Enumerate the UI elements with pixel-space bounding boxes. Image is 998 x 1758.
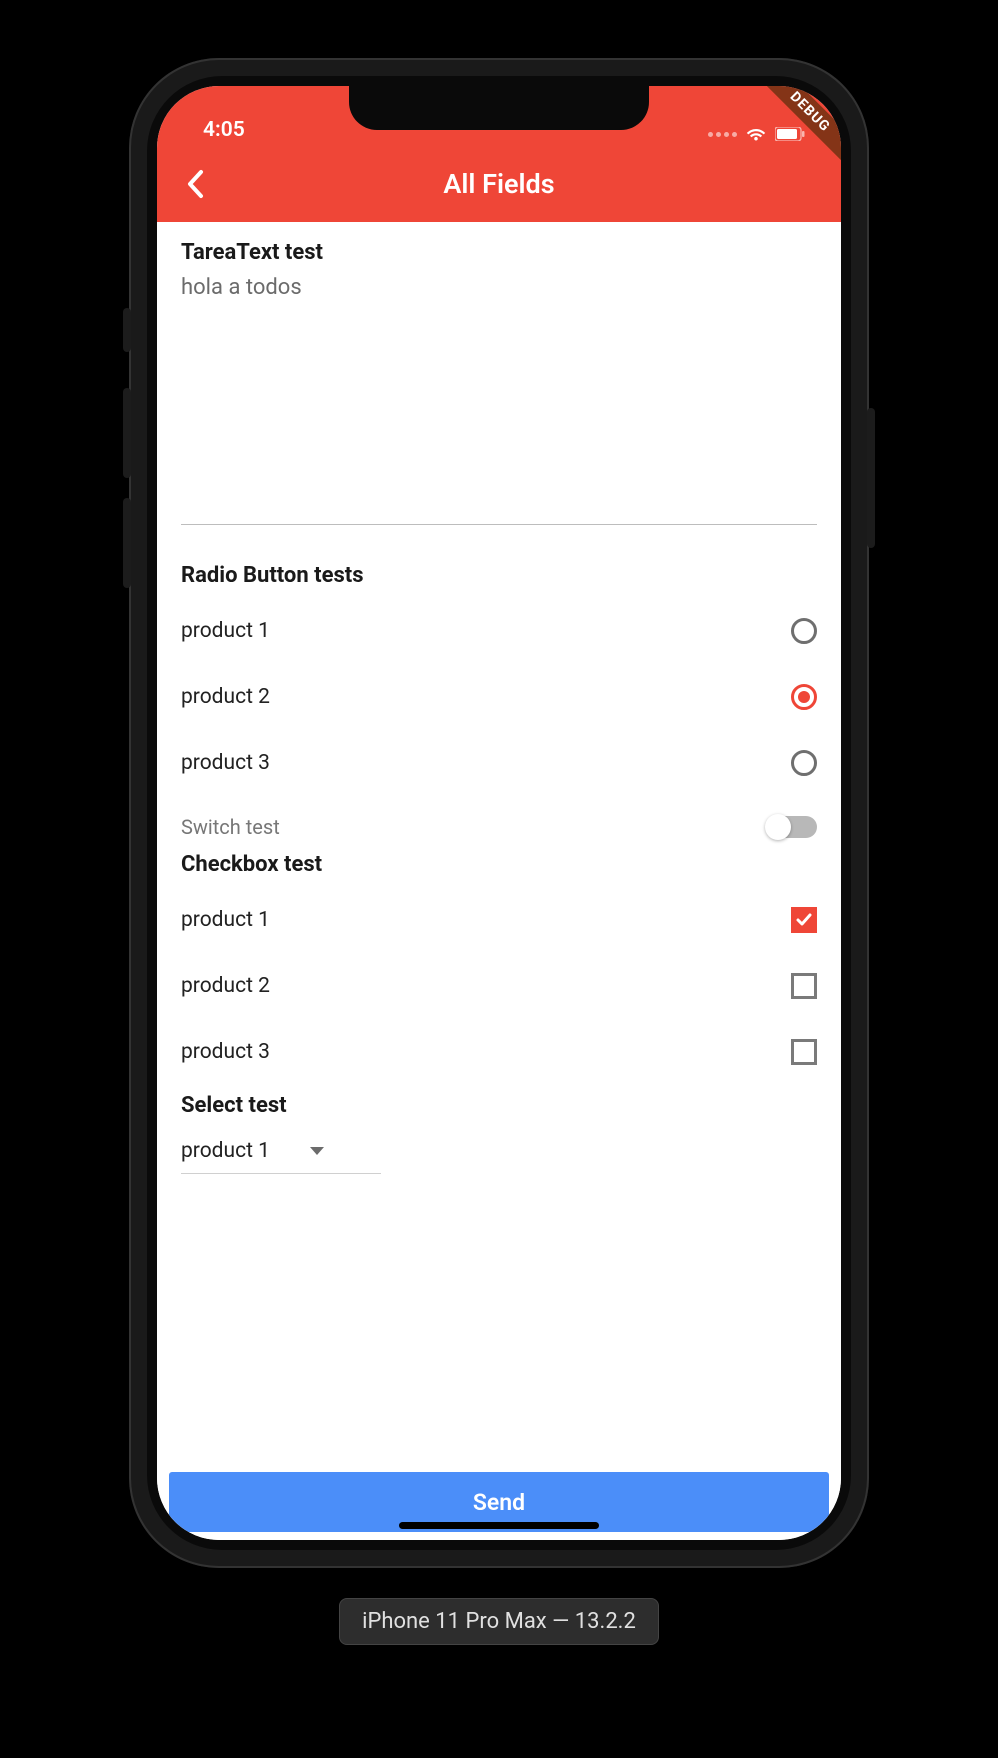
checkbox-option-label: product 2 [181, 974, 270, 998]
radio-icon [791, 618, 817, 644]
checkbox-group-label: Checkbox test [181, 852, 817, 877]
notch [349, 86, 649, 130]
chevron-down-icon [310, 1147, 324, 1155]
radio-option-1[interactable]: product 1 [181, 598, 817, 664]
select-label: Select test [181, 1093, 817, 1118]
signal-dots-icon [708, 132, 737, 137]
textarea-field[interactable]: hola a todos [181, 275, 817, 525]
checkbox-icon [791, 973, 817, 999]
side-button-mute [123, 308, 131, 352]
simulator-label: iPhone 11 Pro Max — 13.2.2 [339, 1598, 659, 1645]
switch-toggle [767, 816, 817, 838]
content-area: TareaText test hola a todos Radio Button… [157, 222, 841, 1540]
radio-icon [791, 684, 817, 710]
app-bar: All Fields [157, 146, 841, 222]
checkbox-option-label: product 3 [181, 1040, 270, 1064]
device-frame: DEBUG 4:05 [129, 58, 869, 1568]
page-title: All Fields [157, 168, 841, 200]
side-button-vol-up [123, 388, 131, 478]
checkbox-icon [791, 1039, 817, 1065]
textarea-label: TareaText test [181, 240, 817, 265]
radio-group-label: Radio Button tests [181, 563, 817, 588]
checkbox-icon [791, 907, 817, 933]
select-dropdown[interactable]: product 1 [181, 1128, 381, 1174]
radio-option-label: product 2 [181, 685, 270, 709]
status-time: 4:05 [203, 118, 245, 142]
wifi-icon [745, 126, 767, 142]
textarea-value: hola a todos [181, 275, 817, 300]
radio-option-label: product 1 [181, 619, 270, 643]
battery-icon [775, 127, 805, 141]
checkbox-option-3[interactable]: product 3 [181, 1019, 817, 1085]
radio-icon [791, 750, 817, 776]
home-indicator[interactable] [399, 1522, 599, 1529]
switch-row[interactable]: Switch test [181, 802, 817, 852]
side-button-power [867, 408, 875, 548]
select-value: product 1 [181, 1139, 270, 1163]
radio-option-3[interactable]: product 3 [181, 730, 817, 796]
checkbox-option-1[interactable]: product 1 [181, 887, 817, 953]
radio-option-label: product 3 [181, 751, 270, 775]
checkbox-option-label: product 1 [181, 908, 270, 932]
radio-option-2[interactable]: product 2 [181, 664, 817, 730]
checkbox-option-2[interactable]: product 2 [181, 953, 817, 1019]
side-button-vol-down [123, 498, 131, 588]
switch-label: Switch test [181, 815, 280, 839]
